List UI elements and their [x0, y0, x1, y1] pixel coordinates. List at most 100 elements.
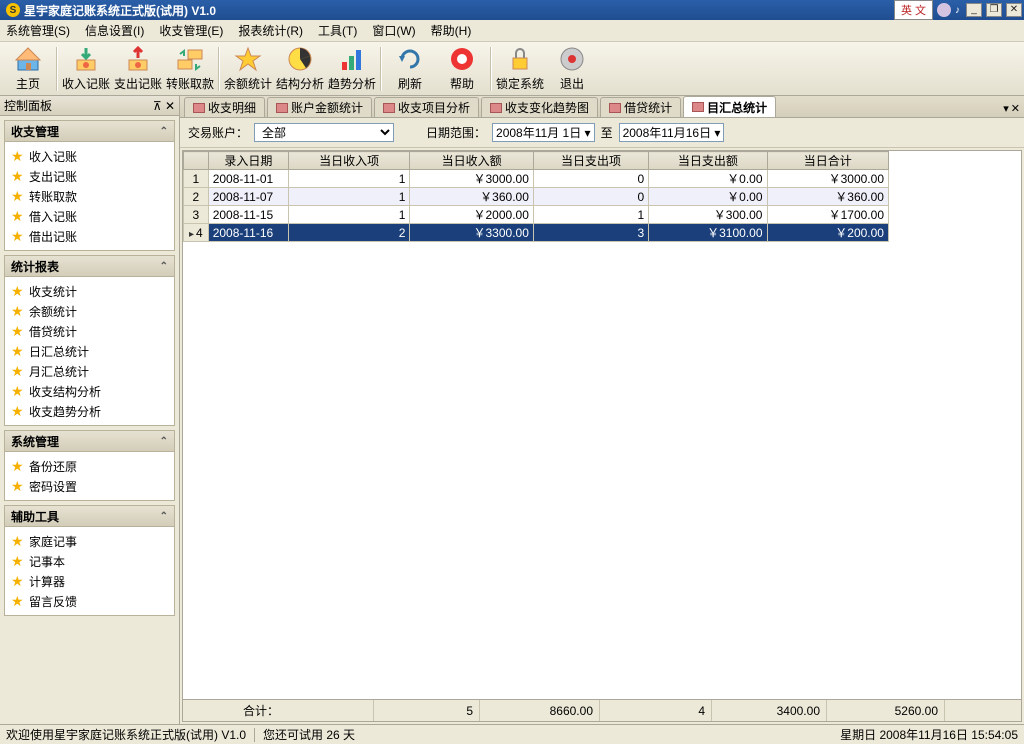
- sidebar-item[interactable]: ★收入记账: [7, 146, 172, 166]
- star-icon: ★: [11, 169, 25, 183]
- star-icon: ★: [11, 324, 25, 338]
- menu-info[interactable]: 信息设置(I): [85, 22, 144, 39]
- to-label: 至: [601, 124, 613, 141]
- tab-dropdown[interactable]: ▾: [1003, 102, 1009, 115]
- sidebar-item[interactable]: ★收支结构分析: [7, 381, 172, 401]
- star-icon: ★: [11, 189, 25, 203]
- income-icon: [71, 45, 101, 73]
- transfer-icon: [175, 45, 205, 73]
- group-header[interactable]: 统计报表⌃: [4, 255, 175, 277]
- sidebar-item[interactable]: ★日汇总统计: [7, 341, 172, 361]
- tab[interactable]: 收支明细: [184, 97, 265, 117]
- lock-button[interactable]: 锁定系统: [494, 44, 546, 94]
- refresh-icon: [395, 45, 425, 73]
- income-button[interactable]: 收入记账: [60, 44, 112, 94]
- tab[interactable]: 收支项目分析: [374, 97, 479, 117]
- minimize-button[interactable]: _: [966, 3, 982, 17]
- menu-system[interactable]: 系统管理(S): [6, 22, 70, 39]
- pin-icon[interactable]: ⊼ ✕: [153, 99, 175, 113]
- column-header[interactable]: 当日支出额: [649, 152, 767, 170]
- maximize-button[interactable]: ❐: [986, 3, 1002, 17]
- sidebar-item[interactable]: ★收支趋势分析: [7, 401, 172, 421]
- sidebar-item[interactable]: ★支出记账: [7, 166, 172, 186]
- sidebar-item[interactable]: ★余额统计: [7, 301, 172, 321]
- date-from-input[interactable]: 2008年11月 1日 ▾: [492, 123, 595, 142]
- sidebar-item[interactable]: ★收支统计: [7, 281, 172, 301]
- sidebar-item[interactable]: ★月汇总统计: [7, 361, 172, 381]
- lang-indicator[interactable]: 英 文: [894, 0, 933, 20]
- menu-income[interactable]: 收支管理(E): [159, 22, 223, 39]
- menu-help[interactable]: 帮助(H): [431, 22, 472, 39]
- help-icon: [447, 45, 477, 73]
- data-grid[interactable]: 录入日期当日收入项当日收入额当日支出项当日支出额当日合计 1 2008-11-0…: [183, 151, 889, 242]
- group-header[interactable]: 收支管理⌃: [4, 120, 175, 142]
- close-button[interactable]: ✕: [1006, 3, 1022, 17]
- trend-button[interactable]: 趋势分析: [326, 44, 378, 94]
- date-to-input[interactable]: 2008年11月16日 ▾: [619, 123, 725, 142]
- control-panel-header: 控制面板 ⊼ ✕: [0, 96, 179, 116]
- star-icon: ★: [11, 364, 25, 378]
- tab-controls: ▾ ✕: [1003, 102, 1020, 117]
- sidebar-item[interactable]: ★借贷统计: [7, 321, 172, 341]
- sidebar-item[interactable]: ★计算器: [7, 571, 172, 591]
- tab-icon: [609, 103, 621, 113]
- home-icon: [13, 45, 43, 73]
- menu-window[interactable]: 窗口(W): [372, 22, 415, 39]
- column-header[interactable]: 录入日期: [208, 152, 288, 170]
- app-icon: S: [6, 3, 20, 17]
- status-datetime: 星期日 2008年11月16日 15:54:05: [840, 726, 1018, 743]
- table-row[interactable]: 1 2008-11-011￥3000.00 0￥0.00￥3000.00: [184, 170, 889, 188]
- transfer-button[interactable]: 转账取款: [164, 44, 216, 94]
- tab[interactable]: 目汇总统计: [683, 96, 776, 117]
- group-header[interactable]: 系统管理⌃: [4, 430, 175, 452]
- sum-income-count: 5: [374, 700, 480, 721]
- tab-icon: [692, 102, 704, 112]
- moon-icon: [937, 3, 951, 17]
- home-button[interactable]: 主页: [2, 44, 54, 94]
- star-icon: ★: [11, 574, 25, 588]
- chevron-up-icon: ⌃: [160, 261, 168, 272]
- table-row[interactable]: 2 2008-11-071￥360.00 0￥0.00￥360.00: [184, 188, 889, 206]
- status-bar: 欢迎使用星宇家庭记账系统正式版(试用) V1.0 您还可试用 26 天 星期日 …: [0, 724, 1024, 744]
- sidebar-item[interactable]: ★家庭记事: [7, 531, 172, 551]
- account-label: 交易账户：: [188, 124, 248, 141]
- structure-button[interactable]: 结构分析: [274, 44, 326, 94]
- table-row[interactable]: ▸4 2008-11-162￥3300.00 3￥3100.00￥200.00: [184, 224, 889, 242]
- column-header[interactable]: 当日合计: [767, 152, 889, 170]
- tab-icon: [193, 103, 205, 113]
- tab[interactable]: 账户金额统计: [267, 97, 372, 117]
- refresh-button[interactable]: 刷新: [384, 44, 436, 94]
- account-select[interactable]: 全部: [254, 123, 394, 142]
- balance-button[interactable]: 余额统计: [222, 44, 274, 94]
- star-icon: ★: [11, 459, 25, 473]
- tab[interactable]: 借贷统计: [600, 97, 681, 117]
- music-icon: ♪: [955, 5, 960, 16]
- sidebar-item[interactable]: ★备份还原: [7, 456, 172, 476]
- sidebar-item[interactable]: ★记事本: [7, 551, 172, 571]
- star-icon: ★: [11, 554, 25, 568]
- column-header[interactable]: 当日收入项: [288, 152, 409, 170]
- sidebar-item[interactable]: ★留言反馈: [7, 591, 172, 611]
- sidebar-item[interactable]: ★借入记账: [7, 206, 172, 226]
- column-header[interactable]: 当日支出项: [533, 152, 648, 170]
- tab[interactable]: 收支变化趋势图: [481, 97, 598, 117]
- titlebar: S 星宇家庭记账系统正式版(试用) V1.0 英 文 ♪ _ ❐ ✕: [0, 0, 1024, 20]
- main-content: 收支明细账户金额统计收支项目分析收支变化趋势图借贷统计目汇总统计 ▾ ✕ 交易账…: [180, 96, 1024, 724]
- expense-button[interactable]: 支出记账: [112, 44, 164, 94]
- exit-button[interactable]: 退出: [546, 44, 598, 94]
- expense-icon: [123, 45, 153, 73]
- sum-expense-count: 4: [600, 700, 712, 721]
- menu-tools[interactable]: 工具(T): [318, 22, 357, 39]
- sidebar-item[interactable]: ★借出记账: [7, 226, 172, 246]
- tab-close[interactable]: ✕: [1011, 102, 1020, 115]
- table-row[interactable]: 3 2008-11-151￥2000.00 1￥300.00￥1700.00: [184, 206, 889, 224]
- tab-bar: 收支明细账户金额统计收支项目分析收支变化趋势图借贷统计目汇总统计 ▾ ✕: [180, 96, 1024, 118]
- sidebar-item[interactable]: ★转账取款: [7, 186, 172, 206]
- sidebar-item[interactable]: ★密码设置: [7, 476, 172, 496]
- control-panel-title: 控制面板: [4, 97, 52, 114]
- column-header[interactable]: 当日收入额: [410, 152, 534, 170]
- menu-report[interactable]: 报表统计(R): [238, 22, 303, 39]
- star-icon: ★: [11, 404, 25, 418]
- help-button[interactable]: 帮助: [436, 44, 488, 94]
- group-header[interactable]: 辅助工具⌃: [4, 505, 175, 527]
